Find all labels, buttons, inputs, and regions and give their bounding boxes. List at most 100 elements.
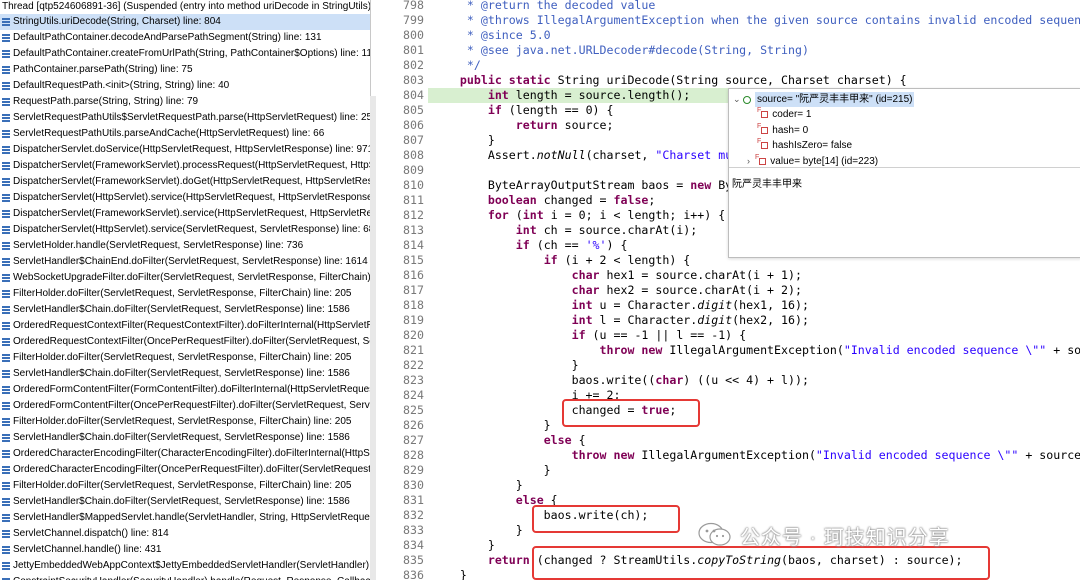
code-line[interactable]: 828 throw new IllegalArgumentException("… [376,448,1080,463]
line-number: 832 [403,508,424,522]
line-number: 799 [403,13,424,27]
tree-row-field[interactable]: Fhash= 0 [757,123,808,138]
inspect-popup[interactable]: ⌄ source= "阮严灵丰丰甲来" (id=215) Fcoder= 1Fh… [728,88,1080,258]
code-line[interactable]: 818 int u = Character.digit(hex1, 16); [376,298,1080,313]
stack-frame-label: DefaultRequestPath.<init>(String, String… [13,80,230,91]
stack-frame-icon [2,514,10,522]
code-line[interactable]: 824 i += 2; [376,388,1080,403]
stack-frame-row[interactable]: OrderedFormContentFilter(OncePerRequestF… [0,398,370,414]
line-number: 834 [403,538,424,552]
stack-frame-row[interactable]: DispatcherServlet(FrameworkServlet).serv… [0,206,370,222]
stack-frame-row[interactable]: FilterHolder.doFilter(ServletRequest, Se… [0,350,370,366]
inspect-variable-tree: ⌄ source= "阮严灵丰丰甲来" (id=215) Fcoder= 1Fh… [729,89,1080,167]
stack-frame-row[interactable]: ConstraintSecurityHandler(SecurityHandle… [0,574,370,580]
stack-frame-icon [2,98,10,106]
stack-frame-row[interactable]: OrderedFormContentFilter(FormContentFilt… [0,382,370,398]
stack-frame-icon [2,434,10,442]
stack-frame-row[interactable]: DefaultPathContainer.decodeAndParsePathS… [0,30,370,46]
debug-stack-panel: Thread [qtp524606891-36] (Suspended (ent… [0,0,371,580]
line-number: 812 [403,208,424,222]
stack-frame-icon [2,482,10,490]
stack-frame-row[interactable]: FilterHolder.doFilter(ServletRequest, Se… [0,478,370,494]
stack-frame-icon [2,450,10,458]
line-number: 836 [403,568,424,580]
code-line[interactable]: 801 * @see java.net.URLDecoder#decode(St… [376,43,1080,58]
code-line[interactable]: 820 if (u == -1 || l == -1) { [376,328,1080,343]
stack-frame-row[interactable]: ServletHandler$MappedServlet.handle(Serv… [0,510,370,526]
code-line[interactable]: 817 char hex2 = source.charAt(i + 2); [376,283,1080,298]
code-line[interactable]: 822 } [376,358,1080,373]
stack-frame-row[interactable]: DispatcherServlet.doService(HttpServletR… [0,142,370,158]
stack-frame-row[interactable]: ServletRequestPathUtils$ServletRequestPa… [0,110,370,126]
line-number: 830 [403,478,424,492]
stack-frame-label: PathContainer.parsePath(String) line: 75 [13,64,193,75]
code-line[interactable]: 827 else { [376,433,1080,448]
stack-frame-row[interactable]: DispatcherServlet(FrameworkServlet).proc… [0,158,370,174]
stack-frame-row[interactable]: PathContainer.parsePath(String) line: 75 [0,62,370,78]
private-field-icon [761,126,769,134]
code-editor[interactable]: 798 * @return the decoded value 799 * @th… [376,0,1080,580]
stack-frame-label: ServletHandler$Chain.doFilter(ServletReq… [13,496,350,507]
code-line[interactable]: 821 throw new IllegalArgumentException("… [376,343,1080,358]
stack-frame-row[interactable]: OrderedRequestContextFilter(RequestConte… [0,318,370,334]
stack-frame-label: ServletHandler$Chain.doFilter(ServletReq… [13,368,350,379]
code-line[interactable]: 802 */ [376,58,1080,73]
stack-frame-row[interactable]: ServletHandler$Chain.doFilter(ServletReq… [0,494,370,510]
code-line[interactable]: 803 public static String uriDecode(Strin… [376,73,1080,88]
stack-frame-icon [2,34,10,42]
stack-frame-row[interactable]: ServletChannel.handle() line: 431 [0,542,370,558]
tree-row-field[interactable]: Fcoder= 1 [757,107,811,122]
stack-frame-row[interactable]: DefaultRequestPath.<init>(String, String… [0,78,370,94]
stack-frame-row[interactable]: FilterHolder.doFilter(ServletRequest, Se… [0,414,370,430]
local-variable-icon [743,95,751,104]
stack-frame-row[interactable]: WebSocketUpgradeFilter.doFilter(ServletR… [0,270,370,286]
stack-frame-row[interactable]: ServletHandler$Chain.doFilter(ServletReq… [0,302,370,318]
line-number: 826 [403,418,424,432]
code-line[interactable]: 825 changed = true; [376,403,1080,418]
stack-frame-row[interactable]: FilterHolder.doFilter(ServletRequest, Se… [0,286,370,302]
code-line[interactable]: 823 baos.write((char) ((u << 4) + l)); [376,373,1080,388]
collapse-chevron-icon[interactable]: ⌄ [733,92,743,107]
code-text: int ch = source.charAt(i); [515,223,698,237]
thread-entry[interactable]: Thread [qtp524606891-36] (Suspended (ent… [0,0,370,14]
stack-frame-row[interactable]: ServletRequestPathUtils.parseAndCache(Ht… [0,126,370,142]
line-number: 825 [403,403,424,417]
code-line[interactable]: 799 * @throws IllegalArgumentException w… [376,13,1080,28]
stack-frame-label: FilterHolder.doFilter(ServletRequest, Se… [13,480,352,491]
code-line[interactable]: 800 * @since 5.0 [376,28,1080,43]
stack-frame-row[interactable]: DispatcherServlet(HttpServlet).service(S… [0,222,370,238]
stack-frame-row[interactable]: ServletChannel.dispatch() line: 814 [0,526,370,542]
code-text: if (u == -1 || l == -1) { [571,328,747,342]
stack-frame-row[interactable]: RequestPath.parse(String, String) line: … [0,94,370,110]
code-line[interactable]: 798 * @return the decoded value [376,0,1080,13]
code-text: for (int i = 0; i < length; i++) { [487,208,726,222]
stack-frame-row[interactable]: OrderedRequestContextFilter(OncePerReque… [0,334,370,350]
code-line[interactable]: 826 } [376,418,1080,433]
code-line[interactable]: 819 int l = Character.digit(hex2, 16); [376,313,1080,328]
stack-frame-row[interactable]: JettyEmbeddedWebAppContext$JettyEmbedded… [0,558,370,574]
code-line[interactable]: 829 } [376,463,1080,478]
line-number: 822 [403,358,424,372]
code-text: char hex1 = source.charAt(i + 1); [571,268,802,282]
stack-frame-label: ServletRequestPathUtils.parseAndCache(Ht… [13,128,325,139]
stack-frame-icon [2,274,10,282]
code-line[interactable]: 830 } [376,478,1080,493]
code-text: } [432,133,495,147]
stack-frame-row[interactable]: OrderedCharacterEncodingFilter(Character… [0,446,370,462]
stack-frame-icon [2,146,10,154]
stack-frame-row[interactable]: ServletHandler$Chain.doFilter(ServletReq… [0,366,370,382]
code-line[interactable]: 816 char hex1 = source.charAt(i + 1); [376,268,1080,283]
stack-frame-row[interactable]: StringUtils.uriDecode(String, Charset) l… [0,14,370,30]
inspect-detail-pane[interactable]: 阮严灵丰丰甲来 [732,175,802,190]
stack-frame-icon [2,114,10,122]
code-line[interactable]: 831 else { [376,493,1080,508]
stack-frame-row[interactable]: ServletHandler$ChainEnd.doFilter(Servlet… [0,254,370,270]
tree-row-field[interactable]: FhashIsZero= false [757,138,852,153]
stack-frame-row[interactable]: OrderedCharacterEncodingFilter(OncePerRe… [0,462,370,478]
line-number: 804 [403,88,424,102]
stack-frame-row[interactable]: DispatcherServlet(HttpServlet).service(H… [0,190,370,206]
stack-frame-row[interactable]: ServletHandler$Chain.doFilter(ServletReq… [0,430,370,446]
stack-frame-row[interactable]: DispatcherServlet(FrameworkServlet).doGe… [0,174,370,190]
stack-frame-row[interactable]: DefaultPathContainer.createFromUrlPath(S… [0,46,370,62]
stack-frame-row[interactable]: ServletHolder.handle(ServletRequest, Ser… [0,238,370,254]
